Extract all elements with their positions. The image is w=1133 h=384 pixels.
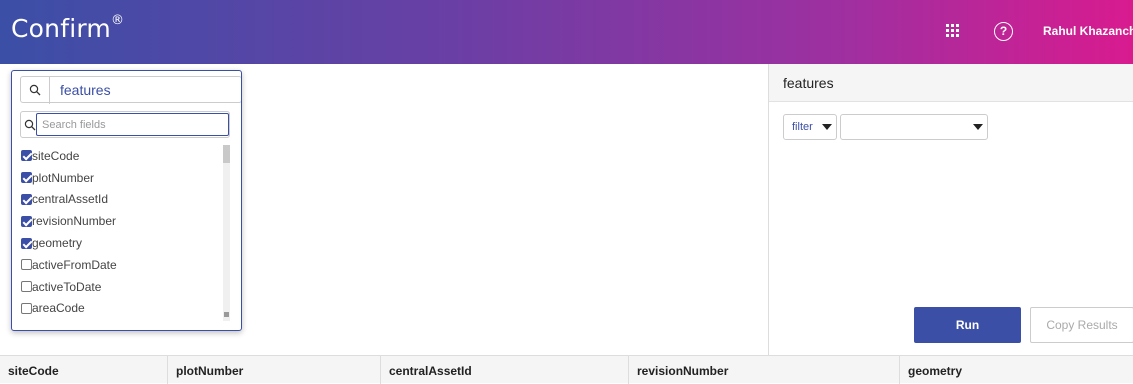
field-list-scrollbar[interactable] xyxy=(223,145,230,321)
search-icon xyxy=(29,84,41,96)
field-checkbox[interactable] xyxy=(21,281,32,293)
field-label: areaCode xyxy=(32,301,85,316)
results-table-header: siteCode plotNumber centralAssetId revis… xyxy=(0,355,1133,384)
field-item-activefromdate[interactable]: activeFromDate xyxy=(21,254,221,276)
field-label: plotNumber xyxy=(32,170,95,185)
field-item-activetodate[interactable]: activeToDate xyxy=(21,276,221,298)
field-label: centralAssetId xyxy=(32,192,109,207)
query-panel-title: features xyxy=(769,64,1133,102)
column-header-geometry[interactable]: geometry xyxy=(900,356,1133,384)
scrollbar-thumb[interactable] xyxy=(223,145,230,163)
field-checkbox[interactable] xyxy=(21,193,32,205)
field-search-input[interactable] xyxy=(36,113,229,136)
field-item-geometry[interactable]: geometry xyxy=(21,232,221,254)
field-label: revisionNumber xyxy=(32,214,117,229)
field-checkbox[interactable] xyxy=(21,302,32,314)
field-checkbox[interactable] xyxy=(21,150,32,162)
help-icon[interactable]: ? xyxy=(994,22,1013,41)
filter-select[interactable]: filter xyxy=(783,114,837,140)
field-item-plotnumber[interactable]: plotNumber xyxy=(21,167,221,189)
column-header-centralassetid[interactable]: centralAssetId xyxy=(381,356,629,384)
query-panel: features filter Run Copy Results xyxy=(768,64,1133,355)
column-header-sitecode[interactable]: siteCode xyxy=(0,356,168,384)
field-label: geometry xyxy=(32,236,83,251)
field-item-sitecode[interactable]: siteCode xyxy=(21,145,221,167)
column-header-revisionnumber[interactable]: revisionNumber xyxy=(629,356,900,384)
field-item-centralassetid[interactable]: centralAssetId xyxy=(21,189,221,211)
field-item-revisionnumber[interactable]: revisionNumber xyxy=(21,210,221,232)
divider xyxy=(49,77,50,104)
field-label: activeToDate xyxy=(32,279,102,294)
field-label: activeFromDate xyxy=(32,257,117,272)
scroll-down-icon[interactable] xyxy=(224,312,229,317)
field-list: siteCode plotNumber centralAssetId revis… xyxy=(21,145,221,319)
app-header: Confirm® ? Rahul Khazanch xyxy=(0,0,1133,64)
user-menu[interactable]: Rahul Khazanch xyxy=(1043,24,1133,38)
column-header-plotnumber[interactable]: plotNumber xyxy=(168,356,381,384)
search-icon xyxy=(24,119,36,131)
chevron-down-icon xyxy=(973,124,983,130)
brand-logo[interactable]: Confirm® xyxy=(11,12,125,43)
filter-select-label: filter xyxy=(792,121,813,133)
field-search-box xyxy=(20,111,230,138)
source-select[interactable]: features xyxy=(20,76,241,104)
field-checkbox[interactable] xyxy=(21,237,32,249)
registered-mark: ® xyxy=(110,12,125,28)
field-picker-dropdown: features siteCode plotNumber centralAsse… xyxy=(11,70,242,331)
field-checkbox[interactable] xyxy=(21,215,32,227)
source-select-value: features xyxy=(60,82,111,98)
field-label: siteCode xyxy=(32,148,80,163)
field-checkbox[interactable] xyxy=(21,172,32,184)
chevron-down-icon xyxy=(822,124,832,130)
field-checkbox[interactable] xyxy=(21,259,32,271)
apps-grid-icon[interactable] xyxy=(946,24,961,39)
brand-name: Confirm xyxy=(11,14,111,43)
filter-value-select[interactable] xyxy=(840,114,988,140)
run-button[interactable]: Run xyxy=(914,307,1021,343)
field-item-areacode[interactable]: areaCode xyxy=(21,298,221,320)
copy-results-button[interactable]: Copy Results xyxy=(1030,307,1133,343)
